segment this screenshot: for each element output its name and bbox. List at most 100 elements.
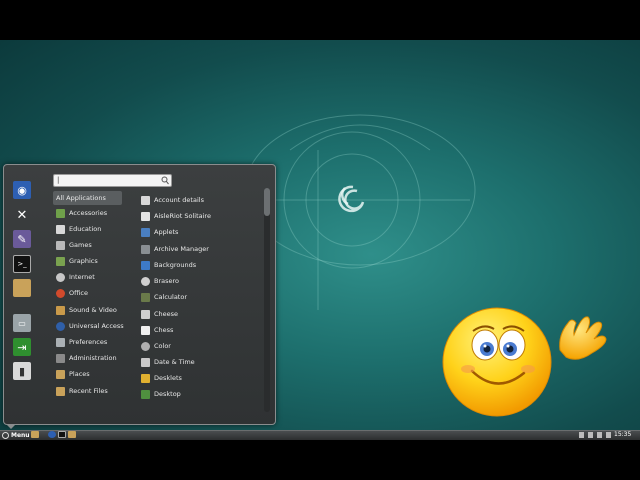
category-universal-access[interactable]: Universal Access — [53, 319, 124, 333]
category-accessories[interactable]: Accessories — [53, 206, 122, 220]
logout-glyph: ⇥ — [17, 340, 27, 354]
category-label: Universal Access — [69, 322, 124, 330]
universal-access-icon — [56, 321, 65, 331]
sound-video-icon — [56, 305, 65, 315]
menu-button[interactable]: Menu — [2, 430, 30, 440]
app-applets[interactable]: Applets — [141, 225, 261, 239]
terminal-launcher-icon[interactable] — [58, 431, 66, 438]
display-icon[interactable]: ▭ — [13, 314, 31, 332]
app-calculator[interactable]: Calculator — [141, 290, 261, 304]
terminal-glyph: >_ — [17, 260, 27, 268]
app-label: Cheese — [154, 310, 179, 318]
education-icon — [56, 224, 65, 234]
category-label: Accessories — [69, 209, 108, 217]
app-account-details[interactable]: Account details — [141, 193, 261, 207]
desktop-icon — [141, 389, 150, 399]
pidgin-icon[interactable]: ✎ — [13, 230, 31, 248]
tools-icon[interactable]: ✕ — [13, 206, 31, 224]
search-icon — [161, 176, 169, 185]
category-label: Sound & Video — [69, 306, 117, 314]
app-cheese[interactable]: Cheese — [141, 307, 261, 321]
category-all-applications[interactable]: All Applications — [53, 191, 122, 205]
logout-icon[interactable]: ⇥ — [13, 338, 31, 356]
app-label: Chess — [154, 326, 174, 334]
games-icon — [56, 240, 65, 250]
battery-icon[interactable] — [588, 432, 593, 438]
app-label: Desktop — [154, 390, 181, 398]
brasero-icon — [141, 276, 150, 286]
category-places[interactable]: Places — [53, 367, 122, 381]
category-sound-video[interactable]: Sound & Video — [53, 303, 122, 317]
category-internet[interactable]: Internet — [53, 270, 122, 284]
menu-pointer — [6, 424, 16, 429]
category-label: Education — [69, 225, 102, 233]
category-label: Office — [69, 289, 88, 297]
pidgin-glyph: ✎ — [17, 232, 27, 246]
app-label: Archive Manager — [154, 245, 209, 253]
accessories-icon — [56, 208, 65, 218]
tools-glyph: ✕ — [16, 207, 28, 223]
app-color[interactable]: Color — [141, 339, 261, 353]
category-graphics[interactable]: Graphics — [53, 254, 122, 268]
app-label: Applets — [154, 228, 179, 236]
category-label: Recent Files — [69, 387, 108, 395]
category-label: Graphics — [69, 257, 98, 265]
app-label: Desklets — [154, 374, 182, 382]
network-icon[interactable] — [597, 432, 602, 438]
app-label: Color — [154, 342, 171, 350]
category-recent-files[interactable]: Recent Files — [53, 384, 122, 398]
category-administration[interactable]: Administration — [53, 351, 122, 365]
app-label: Account details — [154, 196, 204, 204]
recent-files-icon — [56, 386, 65, 396]
show-desktop-icon[interactable] — [31, 431, 39, 438]
shutdown-icon[interactable]: ▮ — [13, 362, 31, 380]
scrollbar-thumb[interactable] — [264, 188, 270, 216]
cheese-icon — [141, 309, 150, 319]
category-label: Preferences — [69, 338, 108, 346]
app-brasero[interactable]: Brasero — [141, 274, 261, 288]
terminal-icon[interactable]: >_ — [13, 255, 31, 273]
administration-icon — [56, 353, 65, 363]
menu-label: Menu — [11, 431, 30, 439]
chess-icon — [141, 325, 150, 335]
app-backgrounds[interactable]: Backgrounds — [141, 258, 261, 272]
app-desktop[interactable]: Desktop — [141, 387, 261, 401]
letterbox-top — [0, 0, 640, 40]
category-office[interactable]: Office — [53, 286, 122, 300]
solitaire-icon — [141, 211, 150, 221]
clock[interactable]: 15:35 — [614, 430, 631, 440]
search-input[interactable]: | — [53, 174, 172, 187]
letterbox-bottom — [0, 440, 640, 480]
app-date-time[interactable]: Date & Time — [141, 355, 261, 369]
archive-icon — [141, 244, 150, 254]
menu-icon — [2, 431, 9, 439]
category-label: Administration — [69, 354, 117, 362]
firefox-glyph: ◉ — [17, 183, 27, 197]
desklets-icon — [141, 373, 150, 383]
preferences-icon — [56, 337, 65, 347]
keyboard-icon[interactable] — [579, 432, 584, 438]
places-icon — [56, 369, 65, 379]
app-chess[interactable]: Chess — [141, 323, 261, 337]
firefox-icon[interactable]: ◉ — [13, 181, 31, 199]
app-archive-manager[interactable]: Archive Manager — [141, 242, 261, 256]
app-aisleriot-solitaire[interactable]: AisleRiot Solitaire — [141, 209, 261, 223]
applets-icon — [141, 227, 150, 237]
taskbar-panel — [0, 430, 640, 440]
category-preferences[interactable]: Preferences — [53, 335, 122, 349]
graphics-icon — [56, 256, 65, 266]
category-education[interactable]: Education — [53, 222, 122, 236]
display-glyph: ▭ — [18, 318, 26, 328]
app-label: Date & Time — [154, 358, 195, 366]
files-launcher-icon[interactable] — [68, 431, 76, 438]
category-label: All Applications — [56, 194, 106, 202]
app-label: Calculator — [154, 293, 188, 301]
calculator-icon — [141, 292, 150, 302]
folder-icon[interactable] — [13, 279, 31, 297]
category-games[interactable]: Games — [53, 238, 122, 252]
app-label: AisleRiot Solitaire — [154, 212, 211, 220]
applications-scrollbar[interactable] — [264, 188, 270, 412]
app-desklets[interactable]: Desklets — [141, 371, 261, 385]
volume-icon[interactable] — [606, 432, 611, 438]
firefox-launcher-icon[interactable] — [48, 431, 56, 438]
